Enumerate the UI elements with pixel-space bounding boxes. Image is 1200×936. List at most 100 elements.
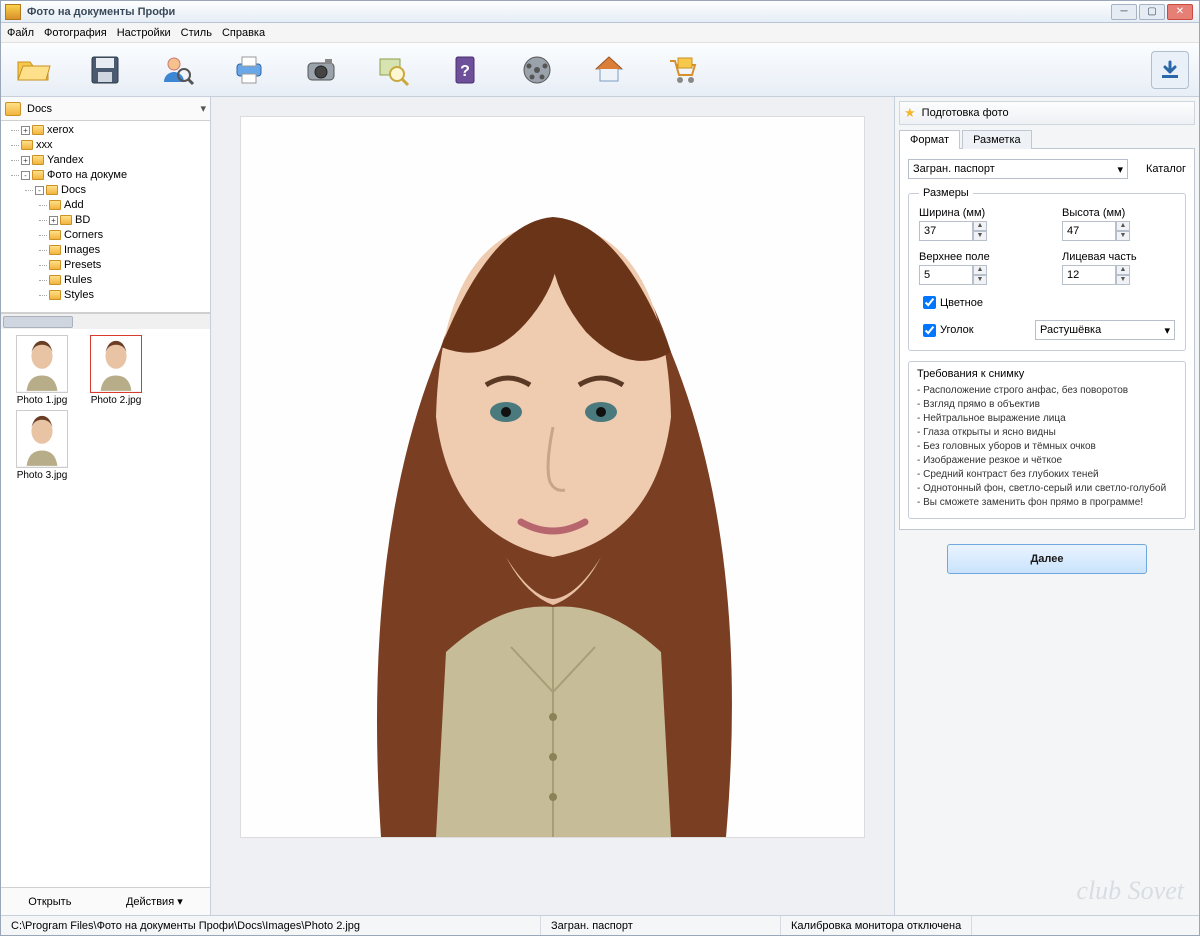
folder-icon <box>5 102 21 116</box>
top-margin-input[interactable] <box>919 265 973 285</box>
thumb-label: Photo 3.jpg <box>7 470 77 481</box>
download-button[interactable] <box>1151 51 1189 89</box>
color-label: Цветное <box>940 297 983 309</box>
toolbar: ? <box>1 43 1199 97</box>
requirement-item: Средний контраст без глубоких теней <box>917 468 1177 482</box>
menu-file[interactable]: Файл <box>7 27 34 39</box>
main-photo[interactable] <box>241 117 864 837</box>
close-button[interactable]: ✕ <box>1167 4 1193 20</box>
top-margin-label: Верхнее поле <box>919 251 1032 263</box>
tree-item[interactable]: Corners <box>49 228 210 243</box>
face-part-input[interactable] <box>1062 265 1116 285</box>
catalog-link[interactable]: Каталог <box>1146 163 1186 175</box>
spin-down-icon[interactable]: ▼ <box>973 275 987 285</box>
thumbnail-item[interactable]: Photo 3.jpg <box>7 410 77 481</box>
menubar: Файл Фотография Настройки Стиль Справка <box>1 23 1199 43</box>
spin-down-icon[interactable]: ▼ <box>1116 275 1130 285</box>
app-icon <box>5 4 21 20</box>
thumbnail-item[interactable]: Photo 2.jpg <box>81 335 151 406</box>
folder-tree[interactable]: +xeroxxxx+Yandex-Фото на докуме-DocsAdd+… <box>1 121 210 313</box>
requirement-item: Без головных уборов и тёмных очков <box>917 440 1177 454</box>
tree-item[interactable]: Presets <box>49 258 210 273</box>
statusbar: C:\Program Files\Фото на документы Профи… <box>1 915 1199 935</box>
spin-up-icon[interactable]: ▲ <box>973 221 987 231</box>
sizes-fieldset: Размеры Ширина (мм) ▲▼ Высота (мм) ▲▼ Ве… <box>908 187 1186 351</box>
tree-item[interactable]: Rules <box>49 273 210 288</box>
requirement-item: Однотонный фон, светло-серый или светло-… <box>917 482 1177 496</box>
window-title: Фото на документы Профи <box>27 6 1111 18</box>
folder-selector[interactable]: Docs ▾ <box>1 97 210 121</box>
tree-scrollbar[interactable] <box>1 313 210 329</box>
folder-name: Docs <box>27 103 200 115</box>
format-select[interactable]: Загран. паспорт ▾ <box>908 159 1128 179</box>
menu-photo[interactable]: Фотография <box>44 27 107 39</box>
width-input[interactable] <box>919 221 973 241</box>
properties-panel: ★ Подготовка фото Формат Разметка Загран… <box>894 97 1199 915</box>
tree-item[interactable]: Add <box>49 198 210 213</box>
panel-title: Подготовка фото <box>922 107 1009 119</box>
shading-select[interactable]: Растушёвка ▾ <box>1035 320 1175 340</box>
thumbnail-grid: Photo 1.jpg Photo 2.jpg Photo 3.jpg <box>1 329 210 887</box>
titlebar: Фото на документы Профи ─ ▢ ✕ <box>1 1 1199 23</box>
format-value: Загран. паспорт <box>913 163 995 175</box>
requirement-item: Вы сможете заменить фон прямо в программ… <box>917 496 1177 510</box>
sizes-legend: Размеры <box>919 187 973 199</box>
tree-item[interactable]: -Фото на докуме-DocsAdd+BDCornersImagesP… <box>21 168 210 303</box>
tree-item[interactable]: +Yandex <box>21 153 210 168</box>
photo-canvas <box>211 97 894 915</box>
spin-down-icon[interactable]: ▼ <box>1116 231 1130 241</box>
sidebar: Docs ▾ +xeroxxxx+Yandex-Фото на докуме-D… <box>1 97 211 915</box>
menu-settings[interactable]: Настройки <box>117 27 171 39</box>
spin-up-icon[interactable]: ▲ <box>1116 265 1130 275</box>
user-zoom-icon[interactable] <box>155 50 199 90</box>
status-format: Загран. паспорт <box>541 916 781 935</box>
thumbnail-item[interactable]: Photo 1.jpg <box>7 335 77 406</box>
open-button[interactable]: Открыть <box>18 893 81 911</box>
status-path: C:\Program Files\Фото на документы Профи… <box>1 916 541 935</box>
cart-icon[interactable] <box>659 50 703 90</box>
menu-help[interactable]: Справка <box>222 27 265 39</box>
star-icon: ★ <box>904 105 916 121</box>
svg-text:?: ? <box>460 63 470 80</box>
magnify-icon[interactable] <box>371 50 415 90</box>
spin-down-icon[interactable]: ▼ <box>973 231 987 241</box>
requirement-item: Глаза открыты и ясно видны <box>917 426 1177 440</box>
tree-item[interactable]: xxx <box>21 138 210 153</box>
spin-up-icon[interactable]: ▲ <box>1116 221 1130 231</box>
camera-icon[interactable] <box>299 50 343 90</box>
chevron-down-icon: ▾ <box>1164 324 1170 337</box>
tree-item[interactable]: -DocsAdd+BDCornersImagesPresetsRulesStyl… <box>35 183 210 303</box>
maximize-button[interactable]: ▢ <box>1139 4 1165 20</box>
help-book-icon[interactable]: ? <box>443 50 487 90</box>
corner-label: Уголок <box>940 324 974 336</box>
face-part-label: Лицевая часть <box>1062 251 1175 263</box>
requirements-box: Требования к снимку Расположение строго … <box>908 361 1186 519</box>
next-button[interactable]: Далее <box>947 544 1147 574</box>
tree-item[interactable]: Images <box>49 243 210 258</box>
save-icon[interactable] <box>83 50 127 90</box>
open-folder-icon[interactable] <box>11 50 55 90</box>
tree-item[interactable]: +BD <box>49 213 210 228</box>
thumb-label: Photo 1.jpg <box>7 395 77 406</box>
print-icon[interactable] <box>227 50 271 90</box>
home-icon[interactable] <box>587 50 631 90</box>
requirements-title: Требования к снимку <box>917 368 1177 380</box>
menu-style[interactable]: Стиль <box>181 27 212 39</box>
actions-button[interactable]: Действия ▾ <box>116 892 193 911</box>
requirement-item: Расположение строго анфас, без поворотов <box>917 384 1177 398</box>
chevron-down-icon: ▾ <box>1117 163 1123 176</box>
width-label: Ширина (мм) <box>919 207 1032 219</box>
video-icon[interactable] <box>515 50 559 90</box>
requirement-item: Взгляд прямо в объектив <box>917 398 1177 412</box>
spin-up-icon[interactable]: ▲ <box>973 265 987 275</box>
tab-layout[interactable]: Разметка <box>962 130 1032 149</box>
tree-item[interactable]: +xerox <box>21 123 210 138</box>
tree-item[interactable]: Styles <box>49 288 210 303</box>
panel-heading: ★ Подготовка фото <box>899 101 1195 125</box>
status-calibration: Калибровка монитора отключена <box>781 916 972 935</box>
tab-format[interactable]: Формат <box>899 130 960 149</box>
color-checkbox[interactable] <box>923 296 936 309</box>
corner-checkbox[interactable] <box>923 324 936 337</box>
minimize-button[interactable]: ─ <box>1111 4 1137 20</box>
height-input[interactable] <box>1062 221 1116 241</box>
